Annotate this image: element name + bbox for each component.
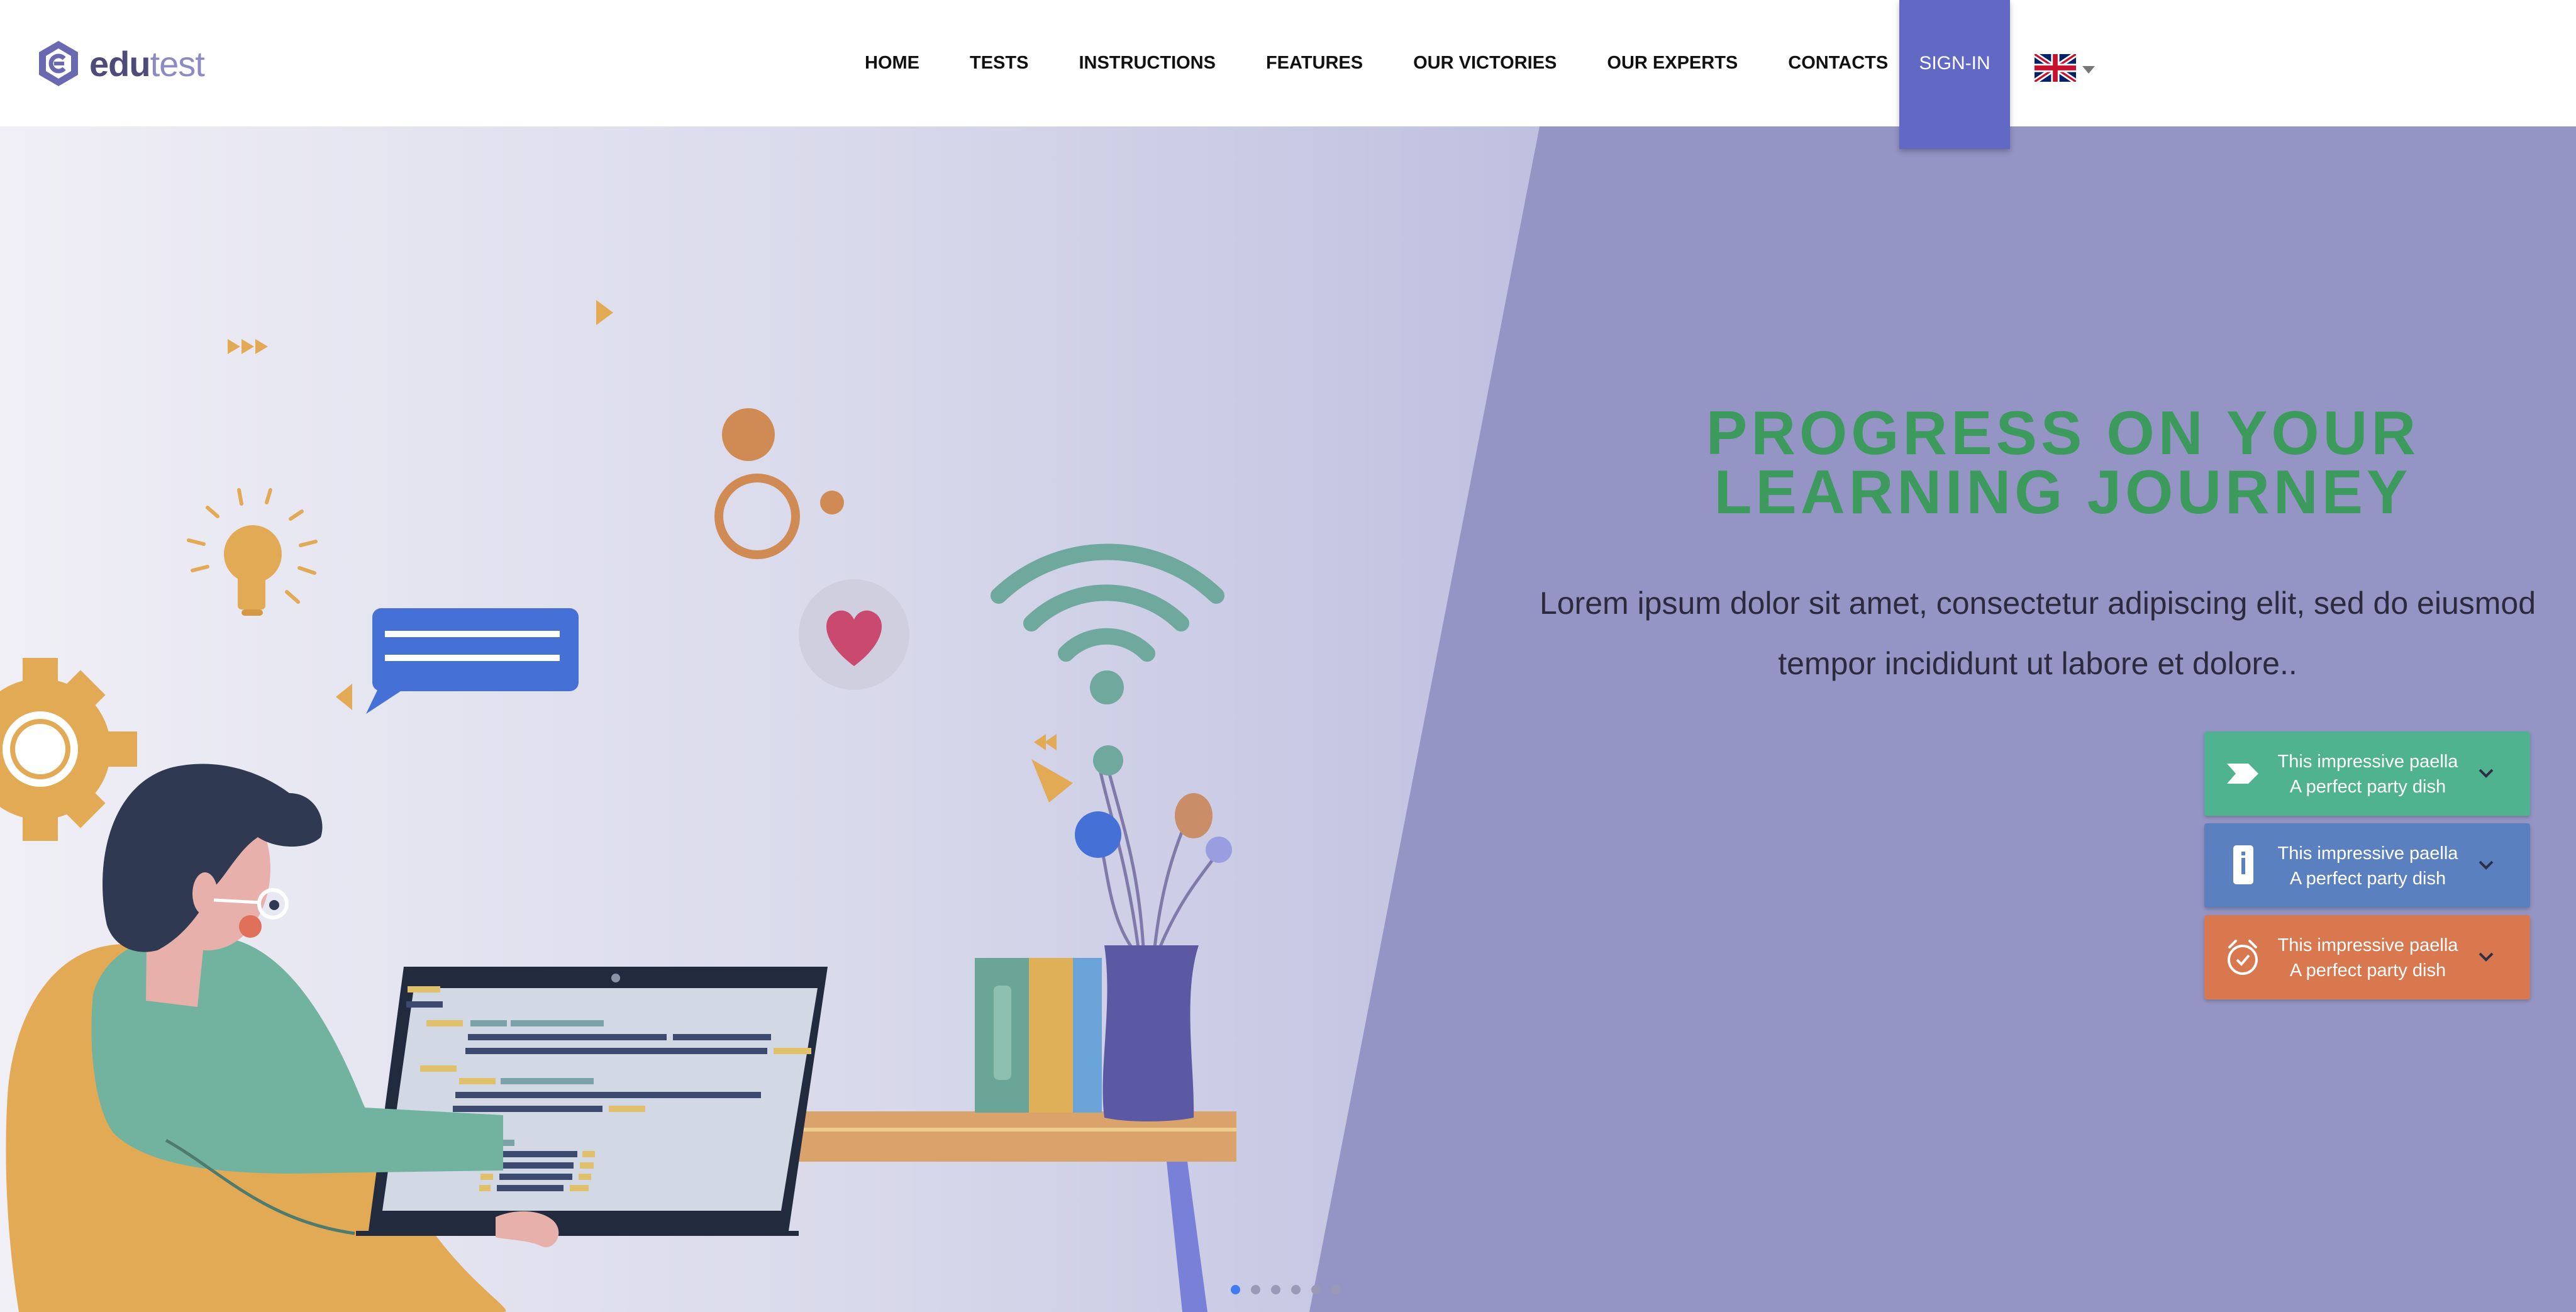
logo-text-bold: edu xyxy=(89,43,151,84)
phone-info-icon xyxy=(2233,845,2253,884)
logo-text: edutest xyxy=(89,43,205,84)
feature-cards: This impressive paella A perfect party d… xyxy=(2204,731,2530,1007)
caret-down-icon xyxy=(2082,66,2095,74)
hero-section: PROGRESS ON YOUR LEARNING JOURNEY Lorem … xyxy=(0,126,2576,1312)
chevron-down-icon[interactable] xyxy=(2473,852,2499,877)
ring-decoration-icon xyxy=(714,474,800,559)
chat-bubble-icon xyxy=(366,608,579,714)
edutest-logo-icon xyxy=(39,41,78,86)
hero-title-line-2: LEARNING JOURNEY xyxy=(1714,457,2412,526)
slider-dot-3[interactable] xyxy=(1271,1285,1280,1294)
language-selector[interactable] xyxy=(2035,54,2095,82)
slider-dot-5[interactable] xyxy=(1311,1285,1321,1294)
tag-arrow-icon xyxy=(2227,764,2258,784)
book-icon xyxy=(1029,958,1073,1113)
heart-icon xyxy=(799,579,909,690)
wifi-icon xyxy=(991,543,1224,662)
nav-item-our-experts[interactable]: OUR EXPERTS xyxy=(1582,0,1763,126)
hero-description: Lorem ipsum dolor sit amet, consectetur … xyxy=(1535,573,2541,694)
feature-card-title: This impressive paella xyxy=(2277,935,2458,955)
site-header: edutest HOME TESTS INSTRUCTIONS FEATURES… xyxy=(0,0,2576,149)
lightbulb-icon xyxy=(187,488,318,616)
slider-dot-2[interactable] xyxy=(1251,1285,1260,1294)
logo[interactable]: edutest xyxy=(38,35,205,92)
hero-description-line-2: tempor incididunt ut labore et dolore.. xyxy=(1778,646,2297,681)
hero-title-line-1: PROGRESS ON YOUR xyxy=(1706,398,2420,467)
feature-card-subtitle: A perfect party dish xyxy=(2289,869,2446,889)
signin-button[interactable]: SIGN-IN xyxy=(1899,0,2010,149)
triangle-decorations-icon xyxy=(228,300,1073,803)
nav-item-contacts[interactable]: CONTACTS xyxy=(1763,0,1913,126)
feature-card-title: This impressive paella xyxy=(2277,752,2458,772)
slider-dot-4[interactable] xyxy=(1291,1285,1301,1294)
feature-card-subtitle: A perfect party dish xyxy=(2289,777,2446,797)
circle-decoration-icon xyxy=(820,491,844,514)
nav-item-our-victories[interactable]: OUR VICTORIES xyxy=(1388,0,1582,126)
book-icon xyxy=(1073,958,1102,1113)
laptop-icon xyxy=(356,967,828,1236)
slider-dot-1[interactable] xyxy=(1231,1285,1240,1294)
nav-item-instructions[interactable]: INSTRUCTIONS xyxy=(1053,0,1241,126)
uk-flag-icon xyxy=(2035,54,2076,82)
feature-card[interactable]: This impressive paella A perfect party d… xyxy=(2204,731,2530,816)
slider-pagination xyxy=(1231,1285,1352,1294)
slider-dot-6[interactable] xyxy=(1331,1285,1341,1294)
nav-item-home[interactable]: HOME xyxy=(840,0,945,126)
feature-card[interactable]: This impressive paella A perfect party d… xyxy=(2204,823,2530,908)
hero-title: PROGRESS ON YOUR LEARNING JOURNEY xyxy=(1648,398,2478,526)
vase-icon xyxy=(1102,945,1199,1121)
feature-card[interactable]: This impressive paella A perfect party d… xyxy=(2204,915,2530,999)
feature-card-text: This impressive paella A perfect party d… xyxy=(2267,841,2468,891)
alarm-clock-icon xyxy=(2228,940,2258,975)
main-nav: HOME TESTS INSTRUCTIONS FEATURES OUR VIC… xyxy=(840,0,1913,126)
circle-decoration-icon xyxy=(722,408,775,461)
chevron-down-icon[interactable] xyxy=(2473,760,2499,786)
feature-card-text: This impressive paella A perfect party d… xyxy=(2267,933,2468,983)
chevron-down-icon[interactable] xyxy=(2473,944,2499,969)
gear-icon xyxy=(0,658,137,841)
nav-item-tests[interactable]: TESTS xyxy=(945,0,1053,126)
person-coding-at-laptop-illustration xyxy=(0,300,1236,1312)
feature-card-subtitle: A perfect party dish xyxy=(2289,960,2446,981)
hero-description-line-1: Lorem ipsum dolor sit amet, consectetur … xyxy=(1539,586,2536,621)
feature-card-title: This impressive paella xyxy=(2277,843,2458,864)
logo-text-light: test xyxy=(150,43,205,84)
nav-item-features[interactable]: FEATURES xyxy=(1241,0,1388,126)
feature-card-text: This impressive paella A perfect party d… xyxy=(2267,749,2468,799)
